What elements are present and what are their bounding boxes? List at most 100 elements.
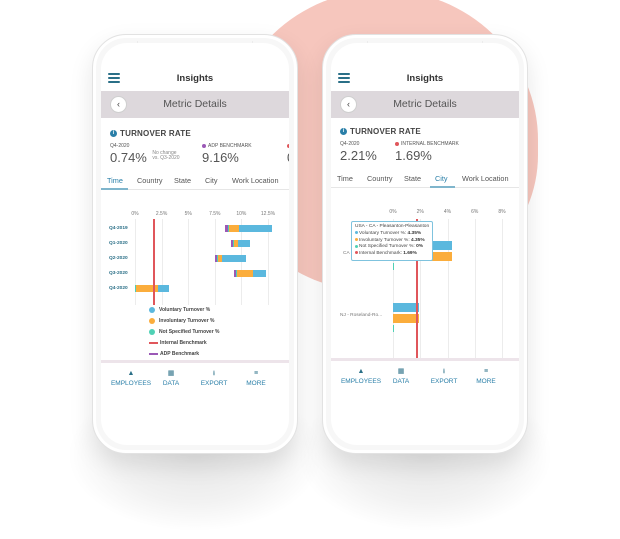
bar-segment[interactable] (158, 285, 170, 292)
calendar-icon: ▦ (397, 368, 405, 375)
bar-segment[interactable] (228, 225, 240, 232)
tab-city[interactable]: City (205, 176, 218, 185)
stat-label: Q4-2020 (340, 141, 360, 147)
tab-city[interactable]: City (435, 174, 448, 183)
info-icon[interactable]: i (110, 130, 117, 137)
internal-benchmark-line (152, 219, 155, 305)
turnover-time-chart: 0% 2.5% 5% 7.5% 10% 12.5% Q4-2019 Q1-2020 Q2-202… (101, 211, 289, 331)
nav-employees[interactable]: ▲ EMPLOYEES (109, 369, 153, 387)
page-title: Metric Details (393, 98, 457, 110)
adp-dot-icon (202, 143, 206, 148)
tab-work-location[interactable]: Work Location (232, 176, 279, 185)
nav-export[interactable]: ⭳ EXPORT (192, 369, 236, 387)
calendar-icon: ▦ (167, 370, 175, 377)
bar-segment[interactable] (238, 240, 250, 247)
tab-country[interactable]: Country (367, 174, 393, 183)
bar-involuntary[interactable] (393, 314, 419, 323)
nav-employees[interactable]: ▲ EMPLOYEES (339, 367, 383, 385)
info-icon[interactable]: i (340, 128, 347, 135)
grid-line (188, 219, 190, 305)
download-icon: ⭳ (442, 368, 446, 375)
legend-label: Voluntary Turnover % (159, 307, 211, 313)
x-tick-label: 0% (131, 211, 139, 217)
x-tick-label: 10% (236, 211, 247, 217)
nav-more[interactable]: ≡ MORE (234, 369, 278, 387)
grid-line (135, 219, 136, 305)
tab-time[interactable]: Time (337, 174, 353, 183)
category-label: Q1-2020 (109, 241, 128, 246)
nav-data[interactable]: ▦ DATA (379, 367, 423, 385)
app-title: Insights (176, 73, 214, 84)
nav-label: DATA (162, 380, 180, 387)
phone-right: Insights ‹ Metric Details i TURNOVER RAT… (322, 34, 528, 454)
metric-details-bar: ‹ Metric Details (101, 91, 289, 118)
bar-segment[interactable] (136, 285, 159, 292)
metric-title-label: TURNOVER RATE (120, 129, 191, 138)
grid-line (161, 219, 163, 305)
legend-line-icon (149, 342, 158, 344)
tooltip-value: 4.35% (411, 237, 425, 243)
tab-state[interactable]: State (404, 174, 421, 183)
nav-more[interactable]: ≡ MORE (464, 367, 508, 385)
nav-label: MORE (246, 380, 266, 387)
nav-export[interactable]: ⭳ EXPORT (422, 367, 466, 385)
tab-state[interactable]: State (174, 176, 191, 185)
tooltip-label: Voluntary Turnover %: (359, 230, 408, 236)
stat-value: 1.69% (395, 148, 432, 163)
metric-title-label: TURNOVER RATE (350, 127, 421, 136)
x-tick-label: 7.5% (209, 211, 221, 217)
stat-current: Q4-2020 2.21% (340, 141, 377, 165)
stat-value: 0 (287, 150, 289, 165)
bar-segment[interactable] (222, 255, 246, 262)
tooltip-label: Not Specified Turnover %: (359, 244, 417, 250)
bar-segment[interactable] (253, 270, 266, 277)
legend-label: Internal Benchmark (160, 340, 207, 346)
x-tick-label: 5% (184, 211, 192, 217)
nav-label: EMPLOYEES (110, 380, 152, 387)
tooltip-dot-icon (355, 231, 358, 235)
x-tick-label: 8% (498, 209, 506, 215)
legend-item: Voluntary Turnover % (149, 307, 210, 313)
x-tick-label: 2.5% (155, 211, 168, 217)
bar-not_specified[interactable] (393, 325, 394, 332)
bar-voluntary[interactable] (393, 303, 419, 312)
tooltip-value: 1.69% (403, 251, 417, 257)
legend-dot-icon (149, 307, 155, 313)
stat-value: 2.21% (340, 148, 377, 163)
tooltip-row: Voluntary Turnover %: 4.35% (355, 231, 429, 238)
tab-work-location[interactable]: Work Location (462, 174, 509, 183)
tooltip-title: USA - CA - Pleasanton-Pleasanton (355, 224, 430, 229)
stat-note: No change vs. Q3-2020 (152, 150, 180, 161)
legend-item: Involuntary Turnover % (149, 318, 214, 324)
stat-label: ADP BENCHMARK (202, 143, 252, 149)
nav-label: DATA (392, 378, 410, 385)
legend-label: Not Specified Turnover % (159, 329, 220, 335)
stat-value: 0.74% (110, 150, 147, 165)
nav-data[interactable]: ▦ DATA (149, 369, 193, 387)
stat-value: 9.16% (202, 150, 239, 165)
legend-item: Internal Benchmark (149, 340, 207, 346)
dimension-tabs: Time Country State City Work Location (331, 169, 519, 188)
bar-segment[interactable] (239, 225, 273, 232)
x-tick-label: 2% (416, 209, 424, 215)
tooltip-row: Internal Benchmark: 1.69% (355, 251, 429, 258)
grid-line (447, 219, 449, 359)
x-tick-label: 0% (389, 209, 397, 215)
bottom-nav: ▲ EMPLOYEES ▦ DATA ⭳ EXPORT ≡ MORE (331, 358, 519, 400)
tab-country[interactable]: Country (137, 176, 163, 185)
category-label: Q4-2019 (109, 226, 128, 231)
legend-item: Not Specified Turnover % (149, 329, 219, 335)
bottom-nav: ▲ EMPLOYEES ▦ DATA ⭳ EXPORT ≡ MORE (101, 360, 289, 402)
nav-label: MORE (476, 378, 496, 385)
menu-icon: ≡ (483, 368, 489, 375)
metric-title: i TURNOVER RATE (340, 127, 421, 136)
grid-line (474, 219, 476, 359)
stat-internal-benchmark: INTERNAL BENCHMARK 1.69% (395, 141, 459, 165)
phone-screen: Insights ‹ Metric Details i TURNOVER RAT… (331, 43, 519, 445)
bar-not_specified[interactable] (393, 263, 394, 270)
tooltip-value: 0% (416, 244, 423, 250)
tooltip-dot-icon (355, 244, 358, 248)
bar-segment[interactable] (237, 270, 254, 277)
tab-time[interactable]: Time (107, 176, 123, 185)
internal-dot-icon (287, 143, 289, 148)
